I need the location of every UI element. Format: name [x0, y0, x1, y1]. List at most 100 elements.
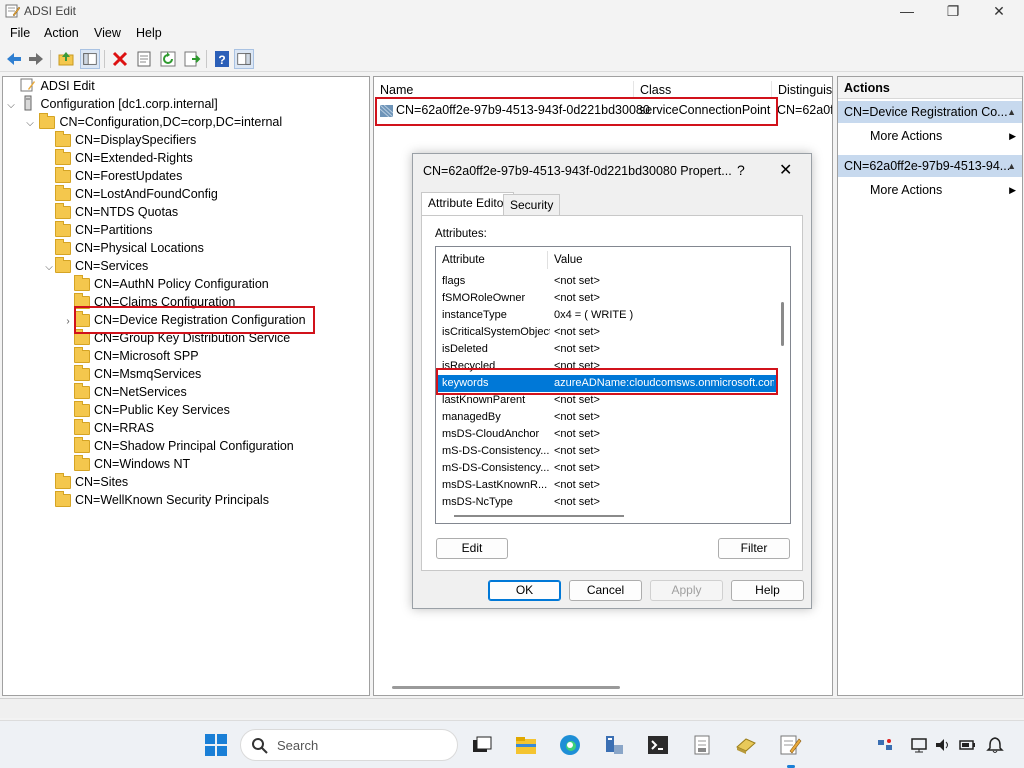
column-header-value[interactable]: Value — [548, 251, 778, 269]
tree-node[interactable]: CN=NetServices — [62, 383, 187, 401]
properties-icon[interactable] — [134, 49, 154, 69]
tree-node-label: CN=Windows NT — [94, 457, 191, 471]
attribute-row[interactable]: isDeleted <not set> — [436, 341, 778, 358]
tree-node[interactable]: CN=Sites — [43, 473, 128, 491]
vertical-scrollbar-thumb[interactable] — [781, 302, 784, 346]
attribute-row[interactable]: flags <not set> — [436, 273, 778, 290]
notifications-icon[interactable] — [986, 736, 1004, 754]
start-icon[interactable] — [204, 733, 228, 757]
refresh-icon[interactable] — [158, 49, 178, 69]
collapse-triangle-icon[interactable]: ▲ — [1007, 101, 1016, 123]
server-manager-icon[interactable] — [602, 733, 626, 757]
tree-node[interactable]: CN=Extended-Rights — [43, 149, 193, 167]
tree-node[interactable]: CN=WellKnown Security Principals — [43, 491, 269, 509]
tree-node-config-container[interactable]: ⌵ CN=Configuration,DC=corp,DC=internal — [24, 113, 282, 131]
close-window-button[interactable]: ✕ — [976, 0, 1022, 22]
attribute-row[interactable]: isCriticalSystemObject <not set> — [436, 324, 778, 341]
help-button[interactable]: Help — [731, 580, 804, 601]
tab-attribute-editor[interactable]: Attribute Editor — [421, 192, 515, 216]
cancel-button[interactable]: Cancel — [569, 580, 642, 601]
properties-dialog: CN=62a0ff2e-97b9-4513-943f-0d221bd30080 … — [412, 153, 812, 609]
tree-node-label: CN=ForestUpdates — [75, 169, 183, 183]
tree-node[interactable]: CN=Windows NT — [62, 455, 190, 473]
actions-section-device-registration[interactable]: CN=Device Registration Co... ▲ — [838, 101, 1022, 123]
collapse-icon[interactable]: ⌵ — [5, 97, 17, 115]
edge-icon[interactable] — [558, 733, 582, 757]
ok-button[interactable]: OK — [488, 580, 561, 601]
more-actions-item[interactable]: More Actions — [870, 183, 942, 197]
actions-section-object[interactable]: CN=62a0ff2e-97b9-4513-94... ▲ — [838, 155, 1022, 177]
tree-root[interactable]: ADSI Edit — [5, 77, 95, 95]
highlight-device-registration — [74, 306, 315, 334]
printer-icon[interactable] — [734, 733, 758, 757]
tree-node[interactable]: CN=DisplaySpecifiers — [43, 131, 196, 149]
edit-button[interactable]: Edit — [436, 538, 508, 559]
svg-text:?: ? — [218, 53, 225, 67]
dialog-help-button[interactable]: ? — [737, 162, 745, 178]
delete-icon[interactable] — [110, 49, 130, 69]
tree-node[interactable]: CN=AuthN Policy Configuration — [62, 275, 269, 293]
column-header-attribute[interactable]: Attribute — [436, 251, 548, 269]
tree-node[interactable]: CN=Shadow Principal Configuration — [62, 437, 294, 455]
tree-node[interactable]: CN=LostAndFoundConfig — [43, 185, 218, 203]
tree-node[interactable]: CN=ForestUpdates — [43, 167, 182, 185]
collapse-triangle-icon[interactable]: ▲ — [1007, 155, 1016, 177]
tree-node[interactable]: CN=MsmqServices — [62, 365, 201, 383]
attribute-row[interactable]: mS-DS-Consistency... <not set> — [436, 443, 778, 460]
battery-icon[interactable] — [958, 736, 976, 754]
file-explorer-icon[interactable] — [514, 733, 538, 757]
collapse-icon[interactable]: ⌵ — [43, 259, 55, 277]
attribute-row[interactable]: instanceType 0x4 = ( WRITE ) — [436, 307, 778, 324]
tree-node-label: CN=WellKnown Security Principals — [75, 493, 269, 507]
attribute-row[interactable]: fSMORoleOwner <not set> — [436, 290, 778, 307]
tree-node[interactable]: CN=RRAS — [62, 419, 154, 437]
menu-help[interactable]: Help — [136, 26, 162, 40]
task-view-icon[interactable] — [470, 733, 494, 757]
back-icon[interactable] — [4, 49, 24, 69]
tree-node-label: CN=DisplaySpecifiers — [75, 133, 197, 147]
attribute-row[interactable]: msDS-LastKnownR... <not set> — [436, 477, 778, 494]
notepad-icon[interactable] — [690, 733, 714, 757]
actions-section-label: CN=62a0ff2e-97b9-4513-94... — [844, 159, 1011, 173]
tree-node-configuration[interactable]: ⌵ Configuration [dc1.corp.internal] — [5, 95, 218, 113]
menu-file[interactable]: File — [10, 26, 30, 40]
filter-button[interactable]: Filter — [718, 538, 790, 559]
tree-node[interactable]: CN=Physical Locations — [43, 239, 204, 257]
export-list-icon[interactable] — [182, 49, 202, 69]
tree-node[interactable]: CN=NTDS Quotas — [43, 203, 178, 221]
attribute-row[interactable]: mS-DS-Consistency... <not set> — [436, 460, 778, 477]
column-header-dn[interactable]: Distinguis — [772, 81, 832, 99]
attribute-row[interactable]: msDS-CloudAnchor <not set> — [436, 426, 778, 443]
attribute-row[interactable]: msDS-NcType <not set> — [436, 494, 778, 511]
show-hide-tree-icon[interactable] — [80, 49, 100, 69]
tree-node[interactable]: ⌵ CN=Services — [43, 257, 148, 275]
restore-button[interactable]: ❐ — [930, 0, 976, 22]
volume-icon[interactable] — [934, 736, 952, 754]
horizontal-scrollbar[interactable] — [392, 686, 620, 689]
show-hide-action-pane-icon[interactable] — [234, 49, 254, 69]
help-icon[interactable]: ? — [212, 49, 232, 69]
more-actions-item[interactable]: More Actions — [870, 129, 942, 143]
forward-icon[interactable] — [26, 49, 46, 69]
horizontal-scrollbar-thumb[interactable] — [454, 515, 624, 517]
dialog-close-button[interactable]: ✕ — [779, 160, 792, 180]
attribute-row[interactable]: managedBy <not set> — [436, 409, 778, 426]
actions-title: Actions — [838, 77, 1022, 99]
tree-node-label: CN=NTDS Quotas — [75, 205, 179, 219]
apply-button[interactable]: Apply — [650, 580, 723, 601]
minimize-button[interactable]: — — [884, 0, 930, 22]
tree-node[interactable]: CN=Microsoft SPP — [62, 347, 199, 365]
menu-action[interactable]: Action — [44, 26, 79, 40]
collapse-icon[interactable]: ⌵ — [24, 115, 36, 133]
terminal-icon[interactable] — [646, 733, 670, 757]
tab-security[interactable]: Security — [503, 194, 561, 215]
display-icon[interactable] — [910, 736, 928, 754]
attribute-name: isDeleted — [442, 343, 488, 355]
tree-node[interactable]: CN=Public Key Services — [62, 401, 230, 419]
menu-view[interactable]: View — [94, 26, 121, 40]
up-folder-icon[interactable] — [56, 49, 76, 69]
network-icon[interactable] — [876, 736, 894, 754]
adsi-edit-icon[interactable] — [778, 733, 802, 757]
tree-node[interactable]: CN=Partitions — [43, 221, 152, 239]
taskbar-search[interactable]: Search — [240, 729, 458, 761]
